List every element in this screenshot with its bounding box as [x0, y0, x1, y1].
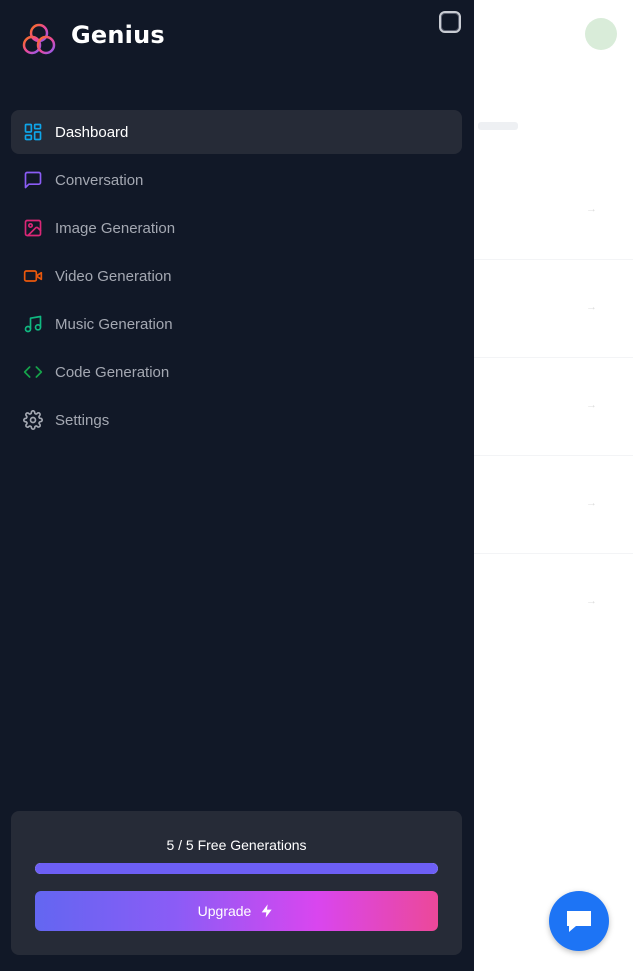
progress-fill	[35, 863, 438, 874]
sidebar-item-label: Conversation	[55, 171, 144, 189]
background-tool-card: →	[474, 260, 633, 358]
sidebar-item-music-generation[interactable]: Music Generation	[11, 302, 462, 346]
sidebar-sheet: Genius Dashboard Conversation Image Gene…	[0, 0, 474, 971]
background-subtitle-placeholder	[478, 122, 518, 130]
sidebar-item-video-generation[interactable]: Video Generation	[11, 254, 462, 298]
upgrade-button-label: Upgrade	[197, 903, 252, 919]
sidebar-item-label: Dashboard	[55, 123, 129, 141]
free-generations-card: 5 / 5 Free Generations Upgrade	[11, 811, 462, 955]
image-icon	[23, 218, 43, 238]
sidebar-item-dashboard[interactable]: Dashboard	[11, 110, 462, 154]
gear-icon	[23, 410, 43, 430]
video-icon	[23, 266, 43, 286]
sidebar-item-label: Settings	[55, 411, 110, 429]
music-icon	[23, 314, 43, 334]
arrow-right-icon: →	[586, 203, 597, 215]
arrow-right-icon: →	[586, 497, 597, 509]
sidebar-item-image-generation[interactable]: Image Generation	[11, 206, 462, 250]
background-tool-card: →	[474, 554, 633, 652]
sidebar-item-label: Image Generation	[55, 219, 176, 237]
sidebar-item-label: Code Generation	[55, 363, 170, 381]
arrow-right-icon: →	[586, 399, 597, 411]
chat-support-button[interactable]	[549, 891, 609, 951]
code-icon	[23, 362, 43, 382]
arrow-right-icon: →	[586, 301, 597, 313]
sidebar-item-label: Music Generation	[55, 315, 173, 333]
dashboard-icon	[23, 122, 43, 142]
sidebar-item-settings[interactable]: Settings	[11, 398, 462, 442]
close-button[interactable]	[439, 11, 461, 33]
sidebar-item-code-generation[interactable]: Code Generation	[11, 350, 462, 394]
background-tool-card: →	[474, 456, 633, 554]
genius-logo-icon	[22, 23, 56, 55]
background-tool-card: →	[474, 162, 633, 260]
sidebar-item-conversation[interactable]: Conversation	[11, 158, 462, 202]
upgrade-button[interactable]: Upgrade	[35, 891, 438, 931]
free-generations-counter: 5 / 5 Free Generations	[166, 837, 307, 853]
brand-name[interactable]: Genius	[71, 21, 165, 49]
chat-bubble-icon	[567, 911, 591, 932]
background-tool-card: →	[474, 358, 633, 456]
free-generations-progress	[35, 863, 438, 874]
sidebar-item-label: Video Generation	[55, 267, 172, 285]
sidebar-nav: Dashboard Conversation Image Generation	[11, 110, 462, 446]
user-avatar[interactable]	[585, 18, 617, 50]
message-square-icon	[23, 170, 43, 190]
arrow-right-icon: →	[586, 595, 597, 607]
zap-icon	[262, 904, 273, 918]
